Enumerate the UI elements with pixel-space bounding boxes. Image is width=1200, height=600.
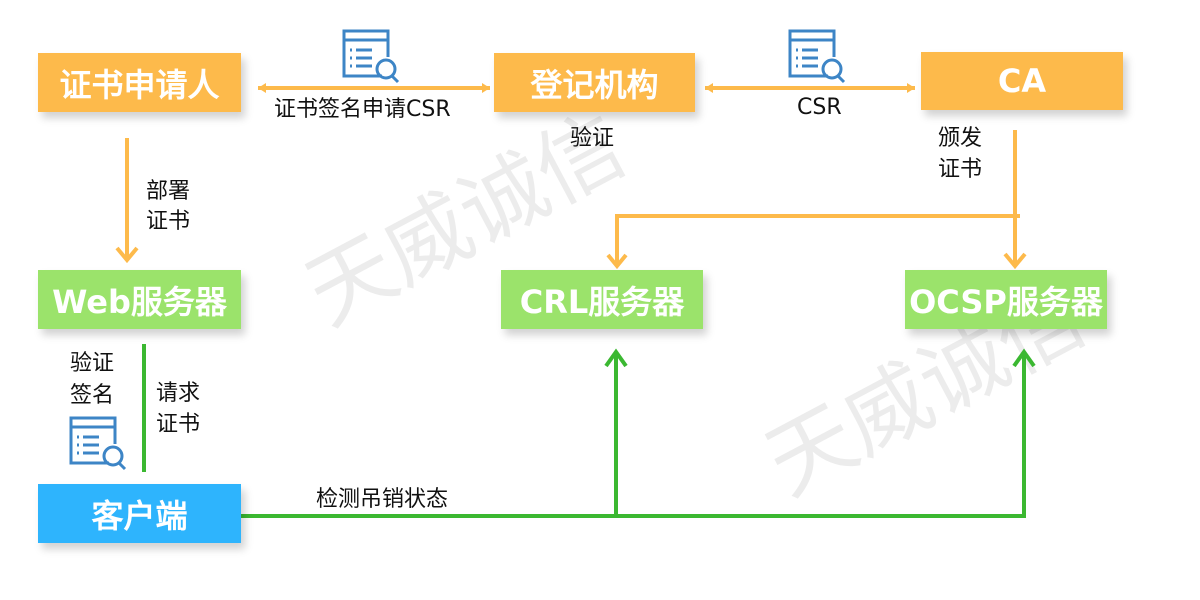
- label-request-cert-1: 请求: [156, 381, 201, 406]
- label-verify-sig-1: 验证: [70, 351, 115, 376]
- label-csr-request: 证书签名申请CSR: [274, 97, 451, 122]
- document-search-icon: [69, 416, 127, 471]
- label-request-cert-2: 证书: [156, 412, 201, 437]
- node-ca: CA: [921, 52, 1123, 110]
- label-deploy-1: 部署: [146, 179, 191, 204]
- label-deploy-2: 证书: [146, 209, 191, 234]
- node-applicant: 证书申请人: [38, 53, 241, 112]
- label-verify-sig-2: 签名: [70, 383, 115, 408]
- node-client: 客户端: [38, 484, 241, 543]
- label-issue-1: 颁发: [938, 126, 983, 151]
- document-search-icon: [788, 29, 846, 84]
- document-search-icon: [342, 29, 400, 84]
- node-crl-server: CRL服务器: [501, 270, 703, 329]
- label-check-revocation: 检测吊销状态: [316, 487, 449, 512]
- arrow-to-crl: [615, 214, 1020, 264]
- node-web-server: Web服务器: [38, 270, 241, 329]
- node-ocsp-server: OCSP服务器: [905, 270, 1107, 329]
- pki-diagram: 天威诚信 天威诚信 证书申请人 登记机构 CA Web服务器 CRL服务器 OC…: [0, 0, 1200, 600]
- node-ra: 登记机构: [494, 53, 695, 112]
- label-csr: CSR: [797, 95, 842, 120]
- label-issue-2: 证书: [938, 157, 983, 182]
- label-verify: 验证: [570, 126, 615, 151]
